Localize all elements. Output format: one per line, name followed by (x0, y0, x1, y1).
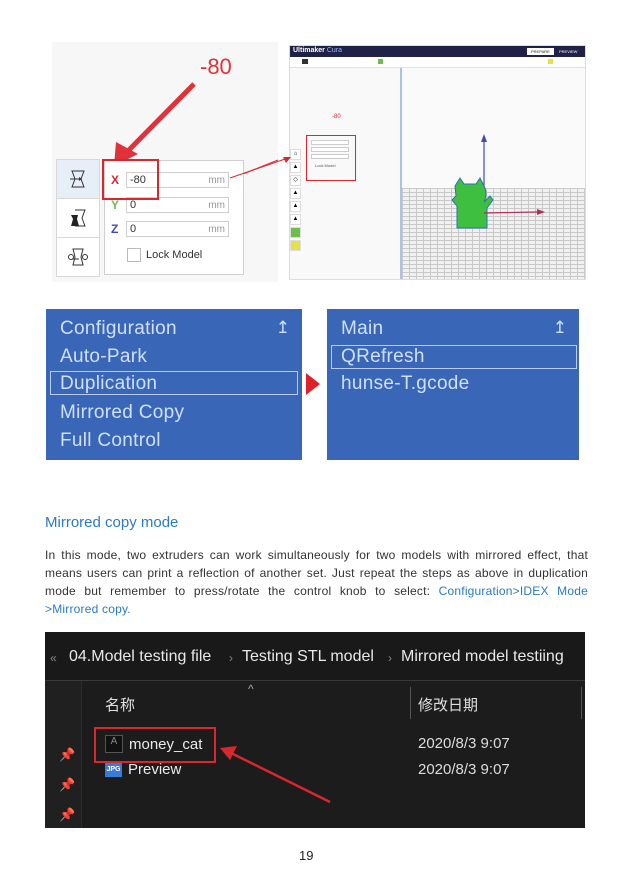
column-header-name[interactable]: 名称 (105, 694, 135, 715)
highlight-box: Lock Model (306, 135, 356, 181)
file-row[interactable]: JPG Preview (105, 761, 181, 778)
pin-icon[interactable]: 📌 (59, 777, 75, 793)
lcd-menu-item[interactable]: Main (341, 318, 383, 340)
lcd-screen-main: ↥ Main QRefresh hunse-T.gcode (327, 309, 579, 460)
back-up-icon[interactable]: ↥ (553, 318, 567, 338)
z-input[interactable] (311, 154, 349, 159)
address-bar: « 04.Model testing file › Testing STL mo… (45, 632, 585, 681)
page-number: 19 (299, 848, 314, 863)
y-unit: mm (208, 199, 225, 211)
x-unit: mm (208, 174, 225, 186)
file-modified-date: 2020/8/3 9:07 (418, 735, 510, 752)
lcd-menu-item[interactable]: Full Control (60, 430, 161, 452)
column-divider[interactable] (410, 687, 411, 719)
mirror-tool-button[interactable]: ▲ (290, 188, 301, 199)
lock-model-label: Lock Model (315, 163, 336, 168)
cura-window-screenshot: Ultimaker Cura PREPARE PREVIEW ⌂ ▲ ◇ ▲ ▲… (289, 45, 586, 280)
per-model-button[interactable]: ▲ (290, 201, 301, 212)
scale-tool-button[interactable] (56, 198, 100, 238)
file-modified-date: 2020/8/3 9:07 (418, 761, 510, 778)
lcd-menu-item-selected[interactable]: QRefresh (341, 346, 425, 368)
checkbox-icon (127, 248, 141, 262)
3d-viewport[interactable] (400, 68, 585, 279)
file-name: Preview (128, 761, 182, 778)
rotate-icon (68, 248, 88, 266)
material-icon-2 (548, 59, 553, 64)
cura-titlebar: Ultimaker Cura PREPARE PREVIEW (290, 46, 585, 57)
breadcrumb-item[interactable]: Mirrored model testiing (401, 648, 564, 666)
section-heading: Mirrored copy mode (45, 514, 179, 531)
column-divider[interactable] (581, 687, 582, 719)
extruder-1-button[interactable] (290, 227, 301, 238)
connector-arrow (229, 157, 291, 179)
model-scene (451, 134, 545, 229)
lcd-menu-item-selected[interactable]: Duplication (60, 373, 157, 395)
back-chevron-icon[interactable]: « (50, 651, 57, 665)
z-value: 0 (130, 223, 137, 235)
lcd-screen-configuration: ↥ Configuration Auto-Park Duplication Mi… (46, 309, 302, 460)
highlight-box (102, 159, 159, 200)
breadcrumb-item[interactable]: 04.Model testing file (69, 648, 211, 666)
sort-ascending-icon[interactable]: ^ (248, 682, 254, 696)
file-explorer-screenshot: « 04.Model testing file › Testing STL mo… (45, 632, 585, 828)
highlight-box (94, 727, 216, 763)
column-header-modified[interactable]: 修改日期 (418, 694, 478, 715)
chevron-right-icon: › (388, 651, 392, 665)
z-unit: mm (208, 223, 225, 235)
x-input[interactable] (311, 140, 349, 145)
y-input[interactable] (311, 147, 349, 152)
folder-icon[interactable] (302, 59, 308, 64)
y-label: Y (111, 198, 120, 212)
lcd-menu-item[interactable]: Auto-Park (60, 346, 147, 368)
quick-access-pane: 📌 📌 📌 (45, 681, 82, 828)
tool-column (56, 159, 100, 277)
lcd-menu-item[interactable]: hunse-T.gcode (341, 373, 470, 395)
next-step-arrow-icon (306, 373, 320, 395)
rotate-tool-button[interactable] (56, 237, 100, 277)
annotation-arrow (220, 746, 331, 804)
annotation-label: -80 (332, 114, 341, 120)
pin-icon[interactable]: 📌 (59, 807, 75, 823)
jpg-file-icon: JPG (105, 762, 122, 777)
cura-toolbar (290, 57, 585, 68)
lcd-menu-item[interactable]: Configuration (60, 318, 177, 340)
z-label: Z (111, 222, 119, 236)
material-icon (378, 59, 383, 64)
move-icon (70, 170, 85, 188)
move-tool-button[interactable] (56, 159, 100, 199)
y-value: 0 (130, 199, 137, 211)
pin-icon[interactable]: 📌 (59, 747, 75, 763)
cura-brand: Ultimaker Cura (293, 47, 343, 54)
tab-prepare[interactable]: PREPARE (527, 48, 554, 55)
extruder-2-button[interactable] (290, 240, 301, 251)
body-paragraph: In this mode, two extruders can work sim… (45, 546, 588, 618)
lock-model-label: Lock Model (146, 249, 203, 261)
scale-icon (71, 209, 86, 227)
breadcrumb-item[interactable]: Testing STL model (242, 648, 374, 666)
period: . (127, 602, 131, 616)
support-tool-button[interactable]: ▲ (290, 214, 301, 225)
z-row: Z 0 mm (111, 220, 229, 238)
lock-model-checkbox[interactable]: Lock Model (127, 248, 202, 262)
back-up-icon[interactable]: ↥ (276, 318, 290, 338)
z-input[interactable]: 0 mm (126, 221, 229, 237)
lcd-menu-item[interactable]: Mirrored Copy (60, 402, 184, 424)
tab-preview[interactable]: PREVIEW (555, 48, 581, 55)
chevron-right-icon: › (229, 651, 233, 665)
